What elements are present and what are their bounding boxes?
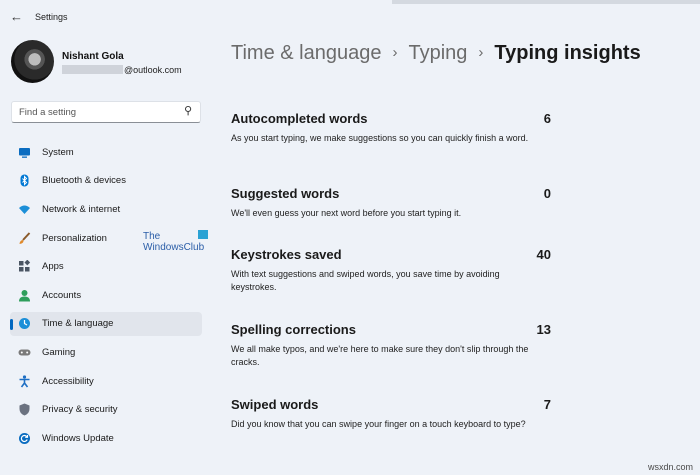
email-domain: @outlook.com	[124, 65, 182, 75]
site-watermark: wsxdn.com	[648, 462, 694, 472]
sidebar-item-label: Network & internet	[42, 204, 121, 215]
sidebar-item-network-internet[interactable]: Network & internet	[10, 198, 202, 222]
insight-value: 0	[543, 186, 551, 201]
title-bar-edge	[392, 0, 700, 4]
sidebar-item-label: Accessibility	[42, 376, 94, 387]
sidebar-item-system[interactable]: System	[10, 141, 202, 165]
watermark-logo	[198, 230, 208, 239]
search-box[interactable]: ⚲	[11, 101, 201, 123]
insight-title: Swiped words	[231, 397, 319, 412]
sidebar-item-accessibility[interactable]: Accessibility	[10, 370, 202, 394]
sidebar-item-label: Gaming	[42, 347, 76, 358]
search-input[interactable]	[19, 105, 179, 119]
sidebar-item-privacy-security[interactable]: Privacy & security	[10, 398, 202, 422]
title-bar: ← Settings	[0, 0, 700, 34]
sidebar-item-bluetooth-devices[interactable]: Bluetooth & devices	[10, 169, 202, 193]
watermark-line-1: The	[143, 231, 161, 242]
insight-value: 6	[543, 111, 551, 126]
user-name: Nishant Gola	[62, 51, 124, 62]
page-title: Typing insights	[494, 42, 641, 64]
insight-description: Did you know that you can swipe your fin…	[231, 419, 526, 429]
update-icon	[18, 432, 31, 445]
monitor-icon	[18, 146, 31, 159]
sidebar-item-label: Windows Update	[42, 433, 114, 444]
breadcrumb-time-language[interactable]: Time & language	[231, 42, 381, 64]
insight-value: 7	[543, 397, 551, 412]
person-icon	[18, 289, 31, 302]
sidebar-item-label: Apps	[42, 261, 64, 272]
wifi-icon	[18, 203, 31, 216]
insight-title: Autocompleted words	[231, 111, 368, 126]
insight-title: Keystrokes saved	[231, 247, 342, 262]
chevron-right-icon: ›	[392, 44, 398, 61]
app-title: Settings	[35, 12, 68, 22]
search-icon[interactable]: ⚲	[184, 104, 192, 117]
gamepad-icon	[18, 346, 31, 359]
breadcrumb-typing[interactable]: Typing	[408, 42, 467, 64]
insight-value: 13	[536, 322, 551, 337]
back-arrow-icon[interactable]: ←	[10, 9, 23, 24]
insight-title: Suggested words	[231, 186, 340, 201]
breadcrumb: Time & language › Typing › Typing insights	[231, 42, 641, 65]
sidebar-item-label: Personalization	[42, 233, 107, 244]
sidebar-item-label: Bluetooth & devices	[42, 175, 126, 186]
chevron-right-icon: ›	[478, 44, 484, 61]
redacted-email-part	[62, 65, 123, 74]
watermark-line-2: WindowsClub	[143, 242, 205, 253]
insight-description: As you start typing, we make suggestions…	[231, 133, 529, 143]
active-indicator	[10, 319, 13, 330]
sidebar-item-label: Privacy & security	[42, 404, 118, 415]
insight-description: We'll even guess your next word before y…	[231, 208, 462, 218]
bluetooth-icon	[18, 174, 31, 187]
sidebar-item-apps[interactable]: Apps	[10, 255, 202, 279]
avatar[interactable]	[11, 40, 54, 83]
insight-title: Spelling corrections	[231, 322, 356, 337]
insight-value: 40	[536, 247, 551, 262]
apps-icon	[18, 259, 31, 273]
brush-icon	[18, 232, 31, 245]
sidebar-item-label: System	[42, 147, 74, 158]
sidebar-item-label: Accounts	[42, 290, 82, 301]
insight-description: We all make typos, and we're here to mak…	[231, 344, 529, 367]
shield-icon	[18, 403, 31, 416]
user-email: @outlook.com	[62, 65, 182, 75]
globe-clock-icon	[18, 317, 31, 330]
watermark-text: The WindowsClub	[143, 231, 204, 253]
insight-description: With text suggestions and swiped words, …	[231, 269, 500, 292]
sidebar-item-label: Time & language	[42, 318, 114, 329]
sidebar-item-gaming[interactable]: Gaming	[10, 341, 202, 365]
sidebar-item-accounts[interactable]: Accounts	[10, 284, 202, 308]
accessibility-icon	[18, 375, 31, 388]
sidebar-item-time-language[interactable]: Time & language	[10, 312, 202, 336]
sidebar-item-windows-update[interactable]: Windows Update	[10, 427, 202, 451]
